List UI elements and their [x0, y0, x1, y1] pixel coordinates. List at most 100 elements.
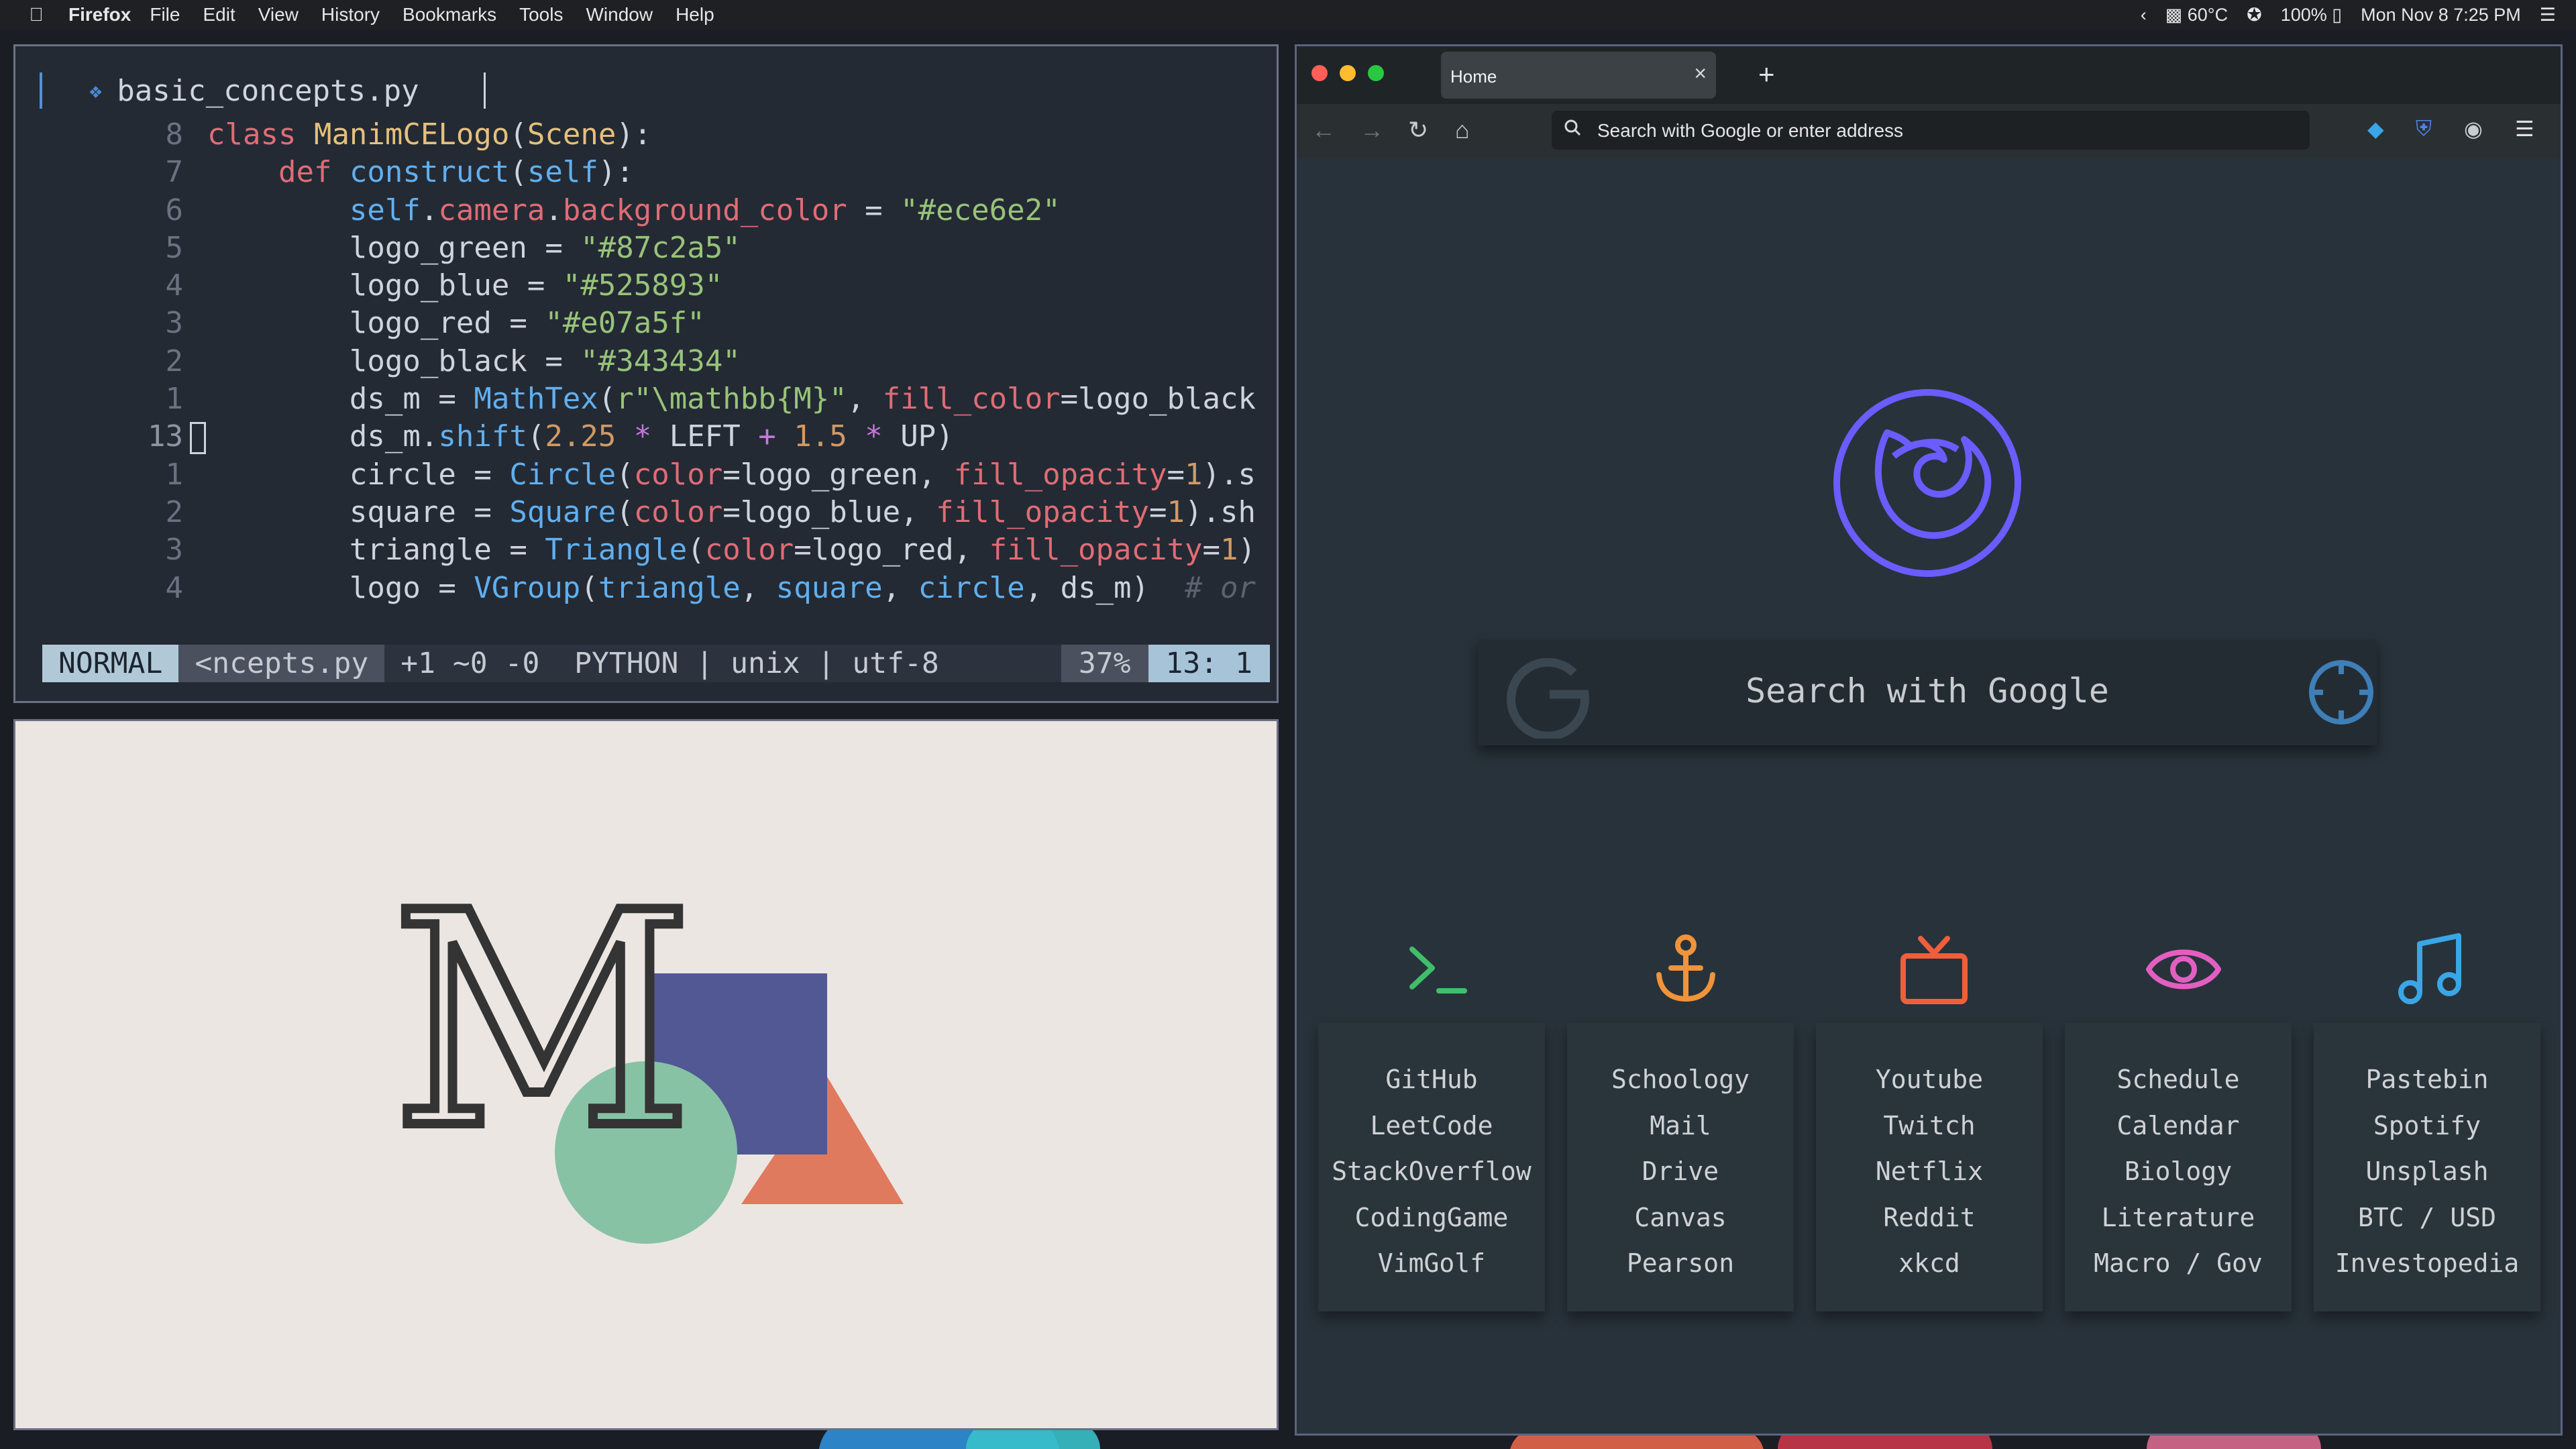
- apple-menu-icon[interactable]: : [16, 4, 56, 25]
- tab-title: Home: [1450, 66, 1497, 87]
- tabline-separator: [483, 72, 486, 109]
- cpu-temperature-status[interactable]: ▩ 60°C: [2165, 5, 2228, 25]
- link-netflix[interactable]: Netflix: [1816, 1148, 2043, 1195]
- menu-edit[interactable]: Edit: [203, 4, 235, 25]
- menu-window[interactable]: Window: [586, 4, 653, 25]
- firefox-window[interactable]: Home × + ← → ↻ ⌂ Search with Google or e…: [1295, 44, 2563, 1436]
- code-line[interactable]: 5 logo_green = "#87c2a5": [42, 229, 1277, 267]
- link-investopedia[interactable]: Investopedia: [2314, 1240, 2540, 1287]
- minimize-window-button[interactable]: [1340, 65, 1356, 81]
- code-line[interactable]: 1 ds_m = MathTex(r"\mathbb{M}", fill_col…: [42, 380, 1277, 418]
- manim-preview-window[interactable]: M: [13, 719, 1279, 1430]
- forward-icon[interactable]: →: [1360, 116, 1384, 144]
- link-leetcode[interactable]: LeetCode: [1318, 1103, 1545, 1149]
- bitwarden-icon[interactable]: ⛨: [2416, 116, 2432, 142]
- new-tab-button[interactable]: +: [1758, 58, 1775, 91]
- code-line[interactable]: 3 triangle = Triangle(color=logo_red, fi…: [42, 531, 1277, 569]
- battery-status[interactable]: 100% ▯: [2281, 5, 2342, 25]
- extension-mask-icon[interactable]: ◉: [2464, 116, 2483, 142]
- close-window-button[interactable]: [1311, 65, 1328, 81]
- link-schedule[interactable]: Schedule: [2065, 1057, 2292, 1103]
- link-schoology[interactable]: Schoology: [1567, 1057, 1794, 1103]
- line-text: logo_blue = "#525893": [207, 267, 1277, 305]
- link-unsplash[interactable]: Unsplash: [2314, 1148, 2540, 1195]
- google-search-box[interactable]: Search with Google: [1478, 639, 2377, 745]
- code-token: ):: [598, 155, 634, 190]
- anchor-icon: [1656, 934, 1715, 1002]
- line-text: logo_red = "#e07a5f": [207, 305, 1277, 342]
- tab-home[interactable]: Home ×: [1441, 52, 1716, 99]
- line-number: 3: [165, 306, 184, 341]
- link-macro-gov[interactable]: Macro / Gov: [2065, 1240, 2292, 1287]
- code-token: ,: [882, 570, 918, 605]
- code-token: fill_opacity: [953, 457, 1167, 492]
- link-xkcd[interactable]: xkcd: [1816, 1240, 2043, 1287]
- line-text: logo = VGroup(triangle, square, circle, …: [207, 570, 1277, 607]
- code-token: color: [704, 533, 794, 568]
- link-youtube[interactable]: Youtube: [1816, 1057, 2043, 1103]
- tab-filename[interactable]: basic_concepts.py: [117, 74, 419, 108]
- link-spotify[interactable]: Spotify: [2314, 1103, 2540, 1149]
- gutter: [183, 380, 207, 418]
- menu-view[interactable]: View: [258, 4, 299, 25]
- link-pastebin[interactable]: Pastebin: [2314, 1057, 2540, 1103]
- crosshair-icon[interactable]: [2304, 655, 2378, 729]
- link-twitch[interactable]: Twitch: [1816, 1103, 2043, 1149]
- reload-icon[interactable]: ↻: [1408, 116, 1428, 144]
- link-codinggame[interactable]: CodingGame: [1318, 1195, 1545, 1241]
- network-icon[interactable]: ✪: [2247, 5, 2262, 25]
- hamburger-menu-icon[interactable]: ☰: [2515, 116, 2534, 142]
- logo-blackboard-m: M: [391, 850, 694, 1193]
- menu-bookmarks[interactable]: Bookmarks: [402, 4, 496, 25]
- code-line[interactable]: 7 def construct(self):: [42, 154, 1277, 191]
- link-drive[interactable]: Drive: [1567, 1148, 1794, 1195]
- line-text: ds_m = MathTex(r"\mathbb{M}", fill_color…: [207, 380, 1277, 418]
- chevron-left-icon[interactable]: ‹: [2141, 5, 2147, 25]
- notification-center-icon[interactable]: ☰: [2540, 5, 2556, 25]
- code-line[interactable]: 3 logo_red = "#e07a5f": [42, 305, 1277, 342]
- menu-file[interactable]: File: [150, 4, 180, 25]
- code-token: Triangle: [545, 533, 688, 568]
- code-token: logo_green =: [207, 230, 581, 265]
- vim-editor-window[interactable]: ❖ basic_concepts.py 8 class ManimCELogo(S…: [13, 44, 1279, 703]
- link-canvas[interactable]: Canvas: [1567, 1195, 1794, 1241]
- link-pearson[interactable]: Pearson: [1567, 1240, 1794, 1287]
- link-calendar[interactable]: Calendar: [2065, 1103, 2292, 1149]
- code-token: =: [1202, 533, 1221, 568]
- code-token: def: [278, 155, 350, 190]
- extension-gem-icon[interactable]: ◆: [2367, 116, 2384, 142]
- code-line[interactable]: 8 class ManimCELogo(Scene):: [42, 116, 1277, 154]
- code-token: logo =: [207, 570, 474, 605]
- zoom-window-button[interactable]: [1368, 65, 1384, 81]
- close-tab-icon[interactable]: ×: [1694, 61, 1707, 86]
- back-icon[interactable]: ←: [1311, 116, 1336, 144]
- link-stackoverflow[interactable]: StackOverflow: [1318, 1148, 1545, 1195]
- app-name-menu[interactable]: Firefox: [68, 4, 131, 25]
- mode-indicator: NORMAL: [42, 645, 179, 682]
- link-literature[interactable]: Literature: [2065, 1195, 2292, 1241]
- menu-bar:  Firefox File Edit View History Bookmar…: [0, 0, 2576, 30]
- code-line[interactable]: 6 self.camera.background_color = "#ece6e…: [42, 192, 1277, 229]
- code-token: camera: [438, 193, 545, 227]
- clock[interactable]: Mon Nov 8 7:25 PM: [2361, 5, 2521, 25]
- link-biology[interactable]: Biology: [2065, 1148, 2292, 1195]
- code-line[interactable]: 2 square = Square(color=logo_blue, fill_…: [42, 494, 1277, 531]
- address-bar[interactable]: Search with Google or enter address: [1552, 111, 2310, 150]
- link-github[interactable]: GitHub: [1318, 1057, 1545, 1103]
- code-buffer[interactable]: 8 class ManimCELogo(Scene): 7 def construc…: [42, 116, 1277, 607]
- link-btc-usd[interactable]: BTC / USD: [2314, 1195, 2540, 1241]
- menu-help[interactable]: Help: [676, 4, 714, 25]
- link-vimgolf[interactable]: VimGolf: [1318, 1240, 1545, 1287]
- code-line[interactable]: 2 logo_black = "#343434": [42, 343, 1277, 380]
- link-reddit[interactable]: Reddit: [1816, 1195, 2043, 1241]
- code-line[interactable]: 13 ds_m.shift(2.25 * LEFT + 1.5 * UP): [42, 418, 1277, 455]
- home-icon[interactable]: ⌂: [1455, 116, 1470, 144]
- gutter: [183, 456, 207, 494]
- menu-tools[interactable]: Tools: [519, 4, 563, 25]
- code-line[interactable]: 1 circle = Circle(color=logo_green, fill…: [42, 456, 1277, 494]
- code-line[interactable]: 4 logo = VGroup(triangle, square, circle…: [42, 570, 1277, 607]
- menu-history[interactable]: History: [321, 4, 380, 25]
- link-mail[interactable]: Mail: [1567, 1103, 1794, 1149]
- code-line[interactable]: 4 logo_blue = "#525893": [42, 267, 1277, 305]
- code-token: (: [598, 382, 616, 417]
